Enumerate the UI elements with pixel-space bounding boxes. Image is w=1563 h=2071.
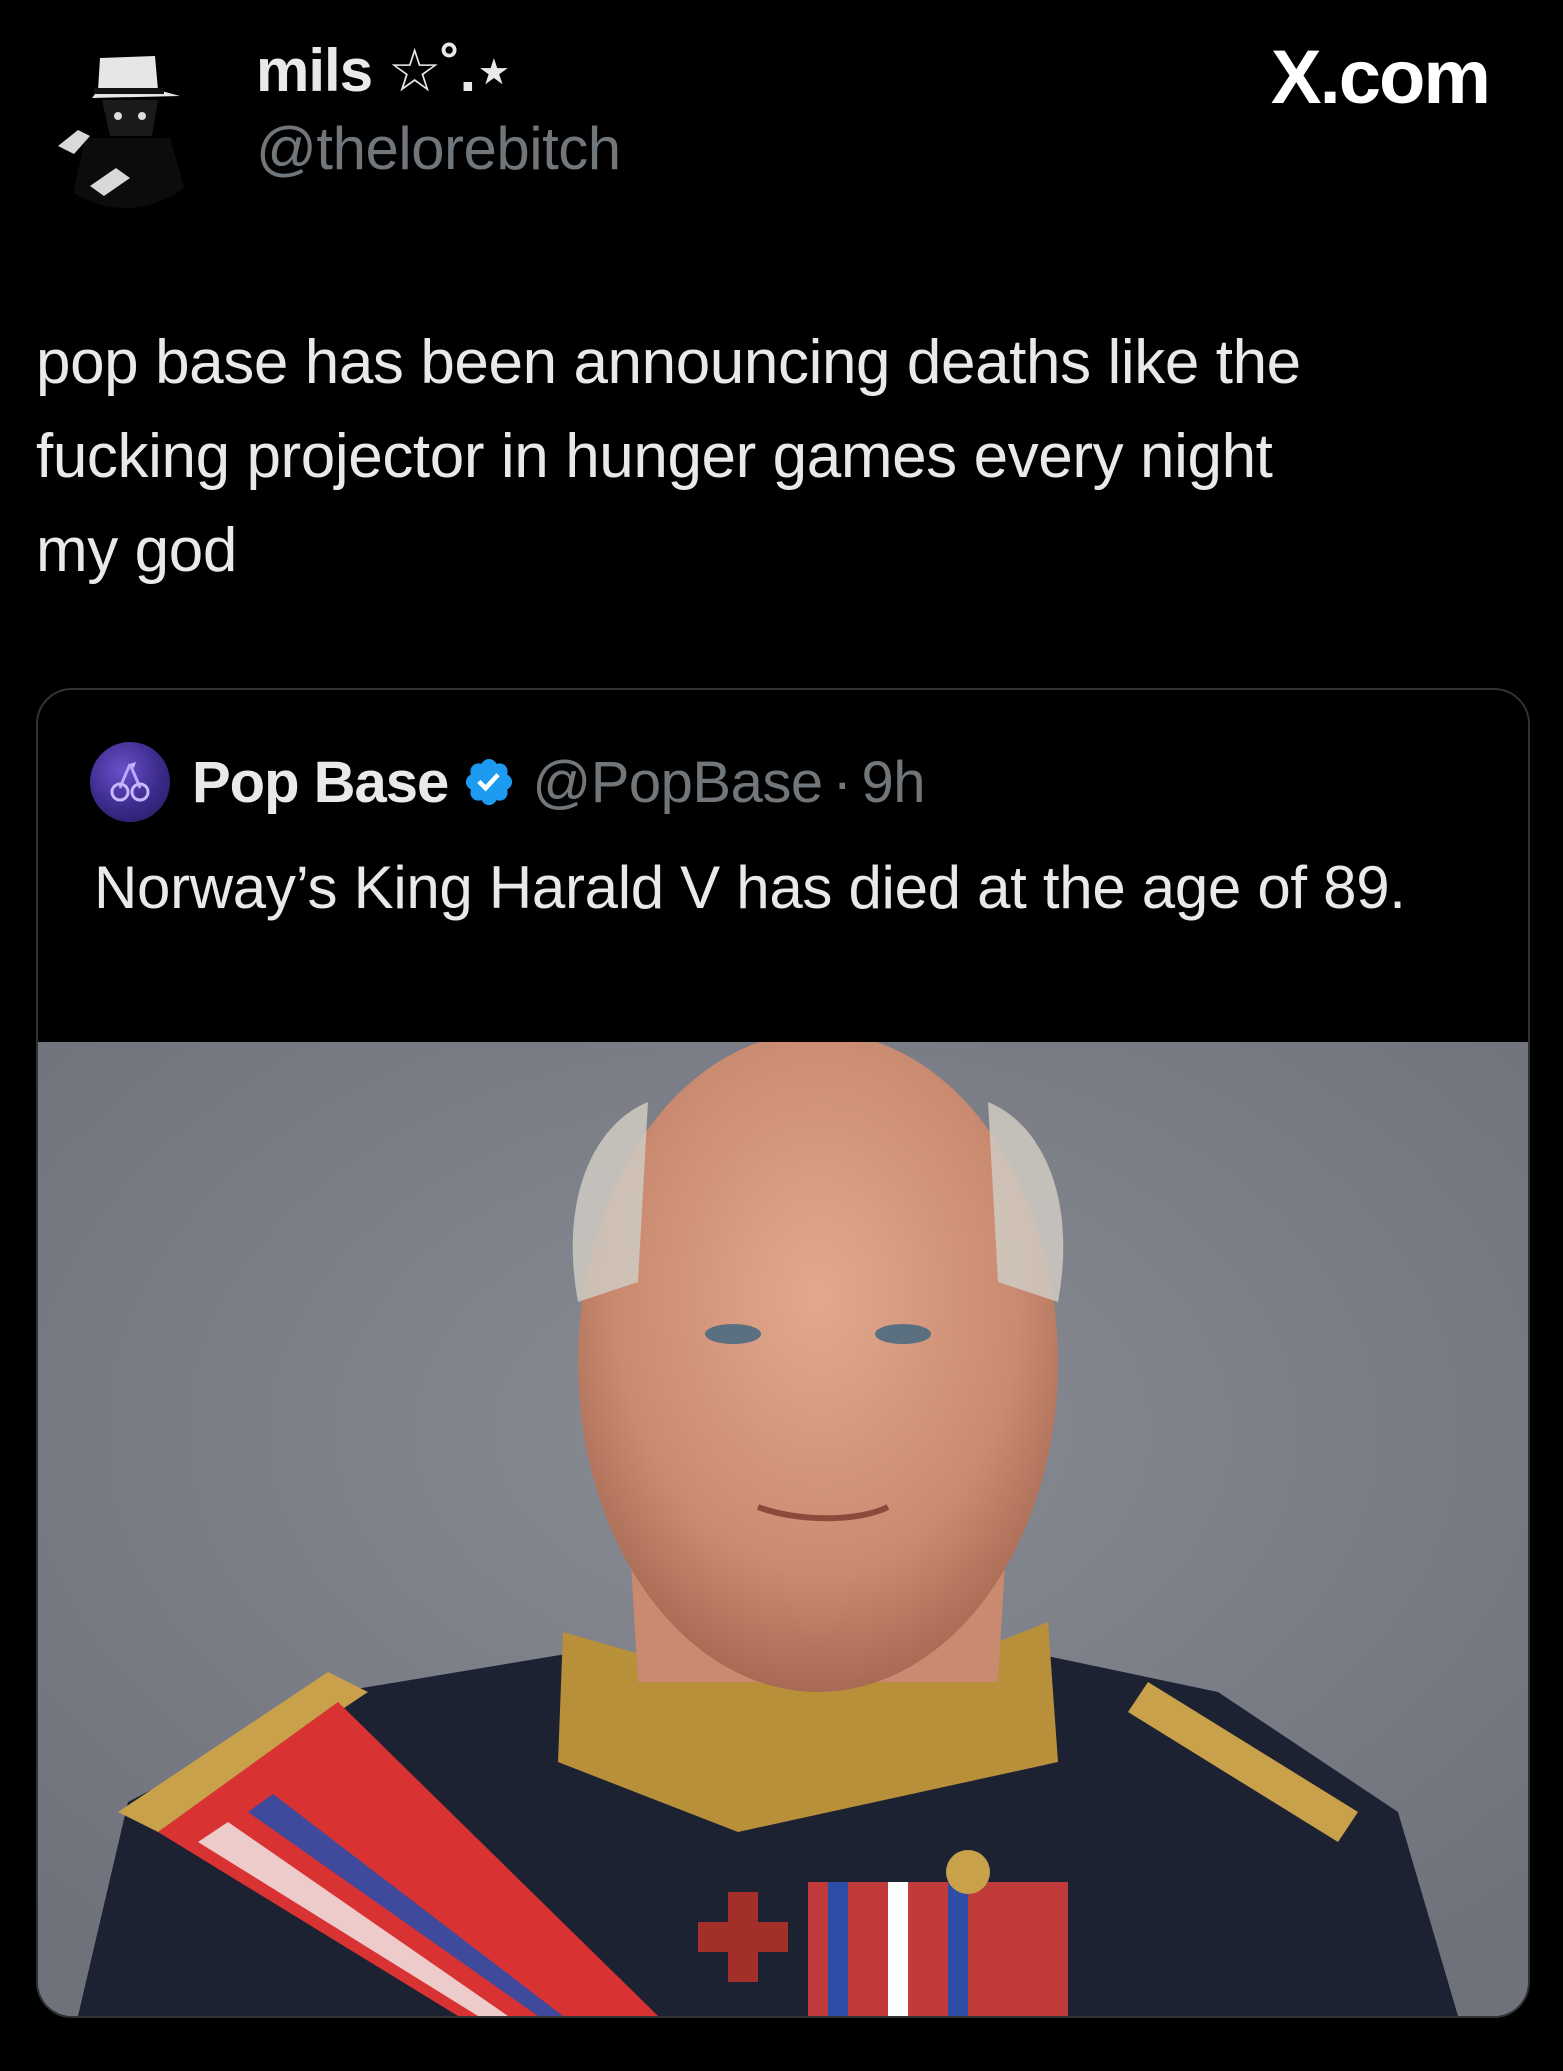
separator-dot: · [832, 749, 852, 815]
portrait-photo [38, 1042, 1528, 2016]
quoted-author-handle[interactable]: @PopBase [532, 749, 823, 816]
verified-badge-icon [466, 758, 513, 806]
author-name-row[interactable]: mils ☆˚.⋆ [256, 36, 513, 106]
author-handle[interactable]: @thelorebitch [256, 114, 621, 183]
tweet-text: pop base has been announcing deaths like… [36, 328, 1301, 585]
quoted-author-name[interactable]: Pop Base [192, 749, 449, 816]
brand-label: X.com [1270, 35, 1491, 120]
quoted-media-image[interactable] [38, 1042, 1528, 2016]
quoted-tweet-text: Norway’s King Harald V has died at the a… [94, 854, 1406, 921]
quoted-avatar[interactable] [90, 742, 170, 822]
author-avatar[interactable] [30, 18, 220, 208]
quoted-tweet-card[interactable]: Pop Base @PopBase · 9h Norway’s King Har… [36, 688, 1530, 2018]
cherry-logo-avatar-icon [110, 762, 150, 802]
quoted-tweet-header: Pop Base @PopBase · 9h [90, 742, 925, 822]
hat-figure-avatar-icon [30, 18, 220, 208]
quoted-timestamp[interactable]: 9h [861, 749, 925, 816]
author-display-name[interactable]: mils ☆˚.⋆ [256, 36, 513, 106]
